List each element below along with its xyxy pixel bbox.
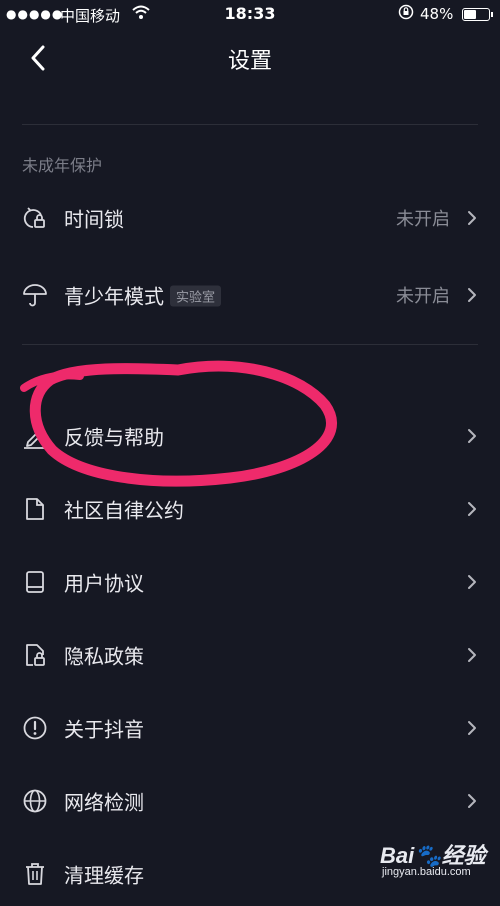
time-lock-status: 未开启 (396, 209, 450, 230)
settings-row-teen-mode[interactable]: 青少年模式 实验室 未开启 (0, 263, 500, 327)
settings-row-feedback[interactable]: 反馈与帮助 (0, 404, 500, 468)
time-lock-label: 时间锁 (64, 207, 124, 232)
info-icon (23, 716, 47, 740)
chevron-right-icon (468, 502, 476, 516)
page-title: 设置 (227, 49, 272, 74)
privacy-policy-label: 隐私政策 (64, 644, 144, 669)
teen-mode-label: 青少年模式 实验室 (64, 281, 222, 310)
settings-row-privacy-policy[interactable]: 隐私政策 (0, 623, 500, 687)
settings-row-about[interactable]: 关于抖音 (0, 696, 500, 760)
baidu-jingyan-watermark: Bai🐾经验 jingyan.baidu.com (380, 836, 498, 888)
battery-level (464, 10, 477, 19)
chevron-right-icon (468, 575, 476, 589)
settings-row-community-guidelines[interactable]: 社区自律公约 (0, 477, 500, 541)
rotation-lock-icon (398, 4, 414, 24)
settings-row-time-lock[interactable]: 时间锁 未开启 (0, 186, 500, 250)
chevron-right-icon (468, 794, 476, 808)
book-icon (26, 571, 44, 593)
chevron-right-icon (468, 288, 476, 302)
globe-icon (23, 789, 47, 813)
chevron-right-icon (468, 721, 476, 735)
clear-cache-label: 清理缓存 (64, 863, 144, 888)
battery-icon (462, 8, 493, 21)
about-label: 关于抖音 (64, 717, 144, 742)
battery-percent: 48% (420, 5, 454, 23)
umbrella-icon (23, 284, 47, 307)
trash-icon (26, 863, 44, 885)
network-check-label: 网络检测 (64, 790, 144, 815)
status-bar: ●●●●● 中国移动 18:33 48% (0, 0, 500, 30)
settings-row-user-agreement[interactable]: 用户协议 (0, 550, 500, 614)
feedback-label: 反馈与帮助 (64, 425, 164, 450)
navigation-bar: 设置 (0, 30, 500, 86)
time-lock-icon (23, 207, 45, 228)
pencil-icon (24, 430, 46, 449)
watermark-url: jingyan.baidu.com (382, 866, 471, 878)
lab-badge: 实验室 (170, 285, 222, 307)
divider (22, 124, 478, 125)
settings-row-network-check[interactable]: 网络检测 (0, 769, 500, 833)
chevron-right-icon (468, 648, 476, 662)
chevron-right-icon (468, 211, 476, 225)
section-header-minor-protection: 未成年保护 (22, 156, 103, 175)
document-icon (26, 498, 44, 520)
chevron-right-icon (468, 429, 476, 443)
teen-mode-text: 青少年模式 (64, 284, 164, 309)
user-agreement-label: 用户协议 (64, 571, 144, 596)
teen-mode-status: 未开启 (396, 286, 450, 307)
community-guidelines-label: 社区自律公约 (64, 498, 184, 523)
privacy-lock-icon (26, 644, 45, 666)
divider (22, 344, 478, 345)
